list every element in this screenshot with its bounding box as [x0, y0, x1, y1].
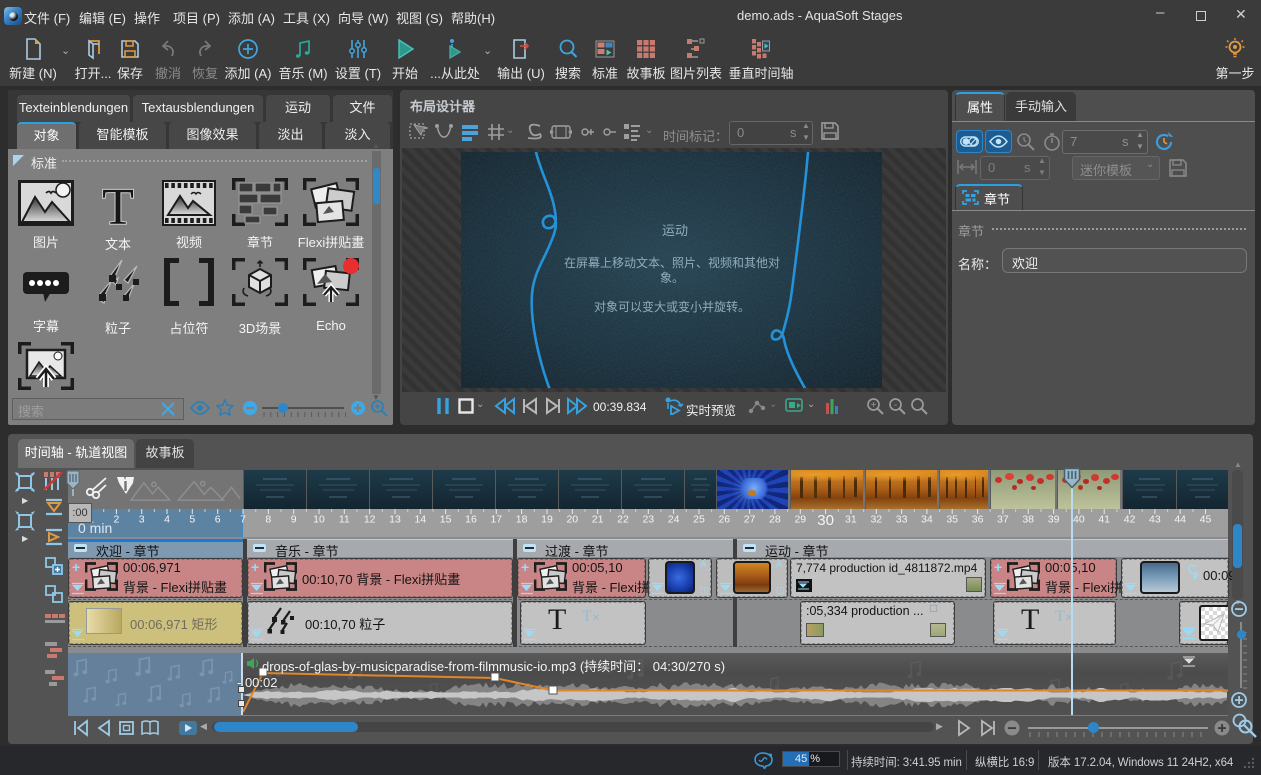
- svg-text:45: 45: [1200, 514, 1212, 526]
- svg-text:37: 37: [997, 514, 1009, 526]
- svg-text:28: 28: [769, 514, 781, 526]
- svg-text:12: 12: [364, 514, 376, 526]
- svg-text:25: 25: [693, 514, 705, 526]
- svg-text:5: 5: [189, 514, 195, 526]
- svg-text:38: 38: [1022, 514, 1034, 526]
- svg-text:9: 9: [291, 514, 297, 526]
- svg-text:22: 22: [617, 514, 629, 526]
- svg-text:29: 29: [794, 514, 806, 526]
- svg-text:32: 32: [870, 514, 882, 526]
- svg-text:23: 23: [642, 514, 654, 526]
- svg-text:41: 41: [1098, 514, 1110, 526]
- svg-text:14: 14: [414, 514, 426, 526]
- svg-text:42: 42: [1124, 514, 1136, 526]
- svg-text:T: T: [102, 180, 134, 228]
- svg-text:8: 8: [265, 514, 271, 526]
- svg-text:4: 4: [164, 514, 170, 526]
- svg-text:20: 20: [566, 514, 578, 526]
- svg-text:31: 31: [845, 514, 857, 526]
- svg-text:象。: 象。: [660, 271, 684, 285]
- svg-text:19: 19: [541, 514, 553, 526]
- svg-text:24: 24: [668, 514, 680, 526]
- svg-text:对象可以变大或变小并旋转。: 对象可以变大或变小并旋转。: [594, 299, 750, 314]
- svg-text:18: 18: [516, 514, 528, 526]
- svg-text:在屏幕上移动文本、照片、视频和其他对: 在屏幕上移动文本、照片、视频和其他对: [564, 255, 780, 270]
- svg-text:7: 7: [240, 514, 246, 526]
- svg-text:17: 17: [490, 514, 502, 526]
- svg-text:30: 30: [817, 512, 834, 529]
- svg-text:10: 10: [313, 514, 325, 526]
- svg-text:6: 6: [215, 514, 221, 526]
- svg-text:33: 33: [896, 514, 908, 526]
- svg-text:40: 40: [1073, 514, 1085, 526]
- svg-text:39: 39: [1048, 514, 1060, 526]
- svg-text:43: 43: [1149, 514, 1161, 526]
- svg-text:2: 2: [113, 514, 119, 526]
- svg-text:21: 21: [592, 514, 604, 526]
- svg-text:+: +: [871, 400, 877, 411]
- svg-text:3: 3: [139, 514, 145, 526]
- svg-text:运动: 运动: [662, 223, 688, 238]
- svg-text:16: 16: [465, 514, 477, 526]
- svg-text:13: 13: [389, 514, 401, 526]
- svg-text:27: 27: [744, 514, 756, 526]
- svg-text:11: 11: [339, 514, 350, 526]
- svg-text:35: 35: [946, 514, 958, 526]
- svg-text:44: 44: [1174, 514, 1186, 526]
- svg-text:-: -: [894, 400, 897, 411]
- svg-text:36: 36: [972, 514, 984, 526]
- svg-text:34: 34: [921, 514, 933, 526]
- svg-text:26: 26: [718, 514, 730, 526]
- svg-text:15: 15: [440, 514, 452, 526]
